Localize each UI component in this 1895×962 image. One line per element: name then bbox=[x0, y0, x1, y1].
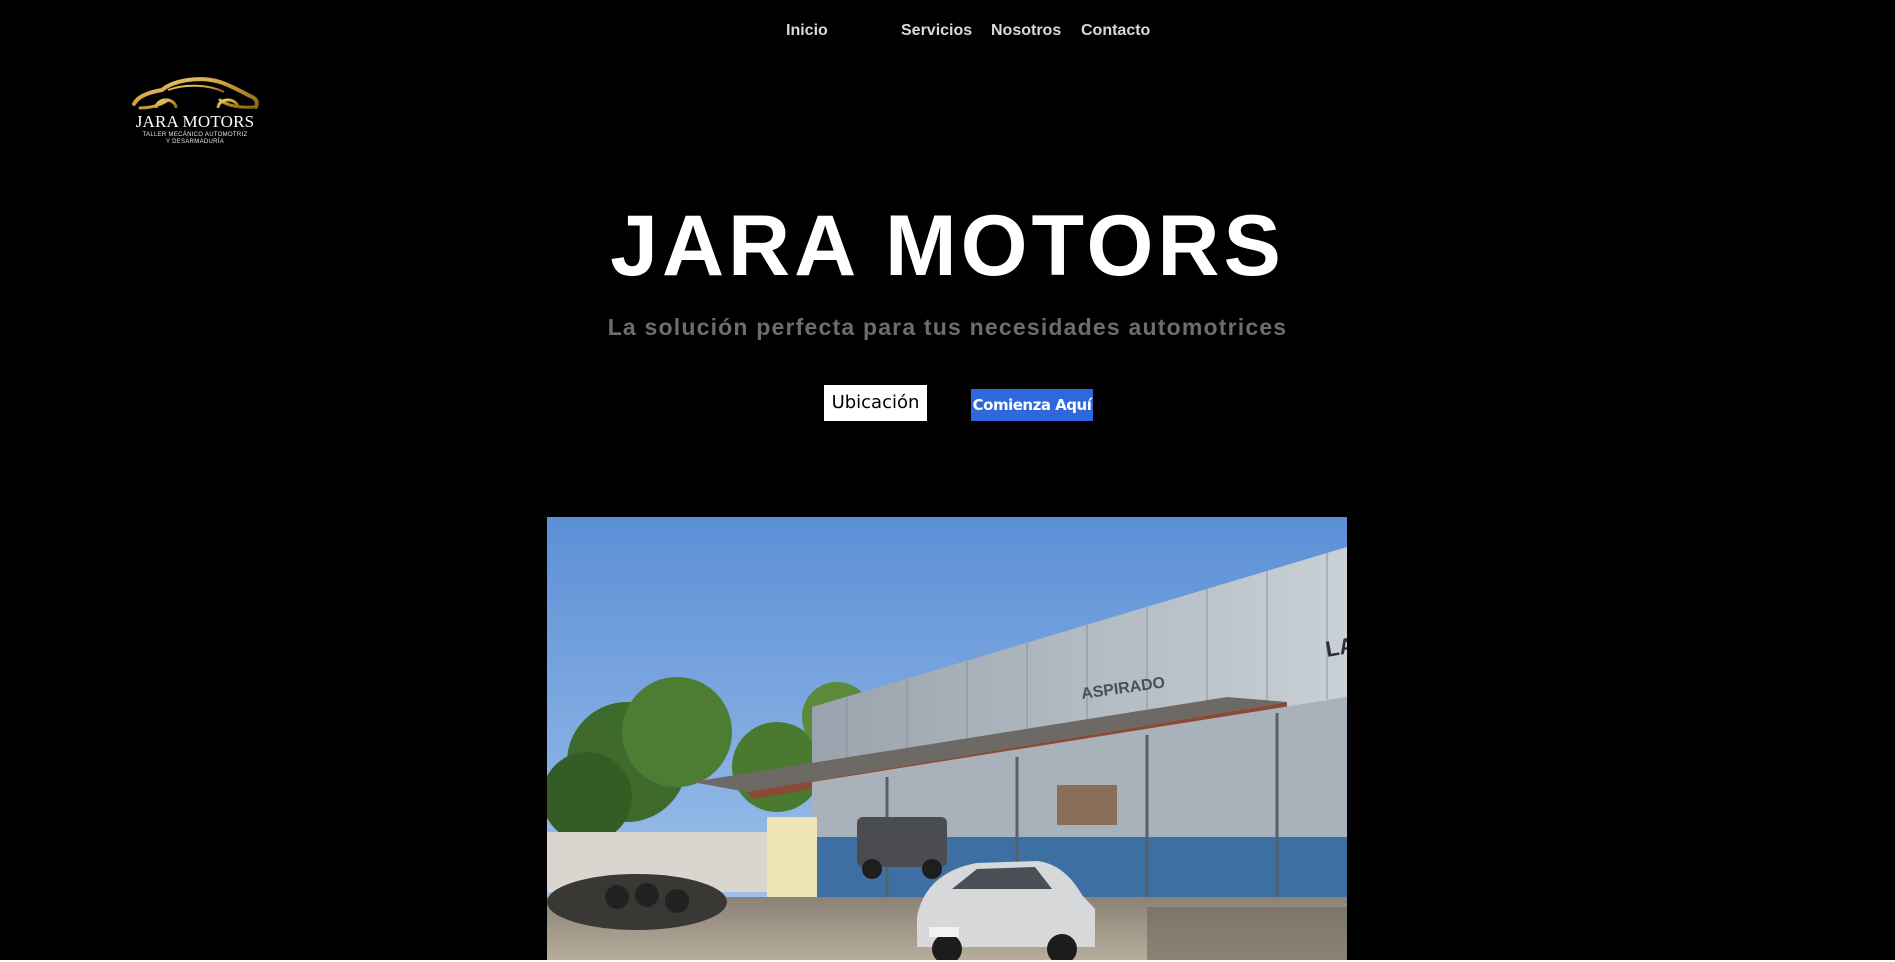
hero-subtitle: La solución perfecta para tus necesidade… bbox=[607, 314, 1288, 340]
main-nav: Inicio Servicios Nosotros Contacto bbox=[0, 22, 1895, 44]
workshop-photo-illustration: ASPIRADO LA bbox=[547, 517, 1347, 960]
location-button[interactable]: Ubicación bbox=[824, 385, 927, 421]
logo-tagline-line1: TALLER MECÁNICO AUTOMOTRIZ bbox=[142, 132, 248, 138]
hero-title: JARA MOTORS bbox=[610, 198, 1285, 294]
nav-item-inicio[interactable]: Inicio bbox=[786, 22, 828, 40]
sign-la: LA bbox=[1324, 632, 1347, 662]
logo-tagline-line2: Y DESARMADURÍA bbox=[165, 139, 225, 145]
logo-tagline: TALLER MECÁNICO AUTOMOTRIZ Y DESARMADURÍ… bbox=[128, 132, 262, 146]
nav-item-nosotros[interactable]: Nosotros bbox=[991, 22, 1061, 40]
nav-item-contacto[interactable]: Contacto bbox=[1081, 22, 1150, 40]
page: Inicio Servicios Nosotros Contacto JARA … bbox=[0, 0, 1895, 960]
site-logo[interactable]: JARA MOTORS TALLER MECÁNICO AUTOMOTRIZ Y… bbox=[128, 74, 262, 150]
workshop-photo: ASPIRADO LA bbox=[547, 517, 1347, 960]
start-here-button[interactable]: Comienza Aquí bbox=[971, 389, 1093, 421]
logo-name: JARA MOTORS bbox=[135, 112, 255, 131]
nav-item-servicios[interactable]: Servicios bbox=[901, 22, 972, 40]
